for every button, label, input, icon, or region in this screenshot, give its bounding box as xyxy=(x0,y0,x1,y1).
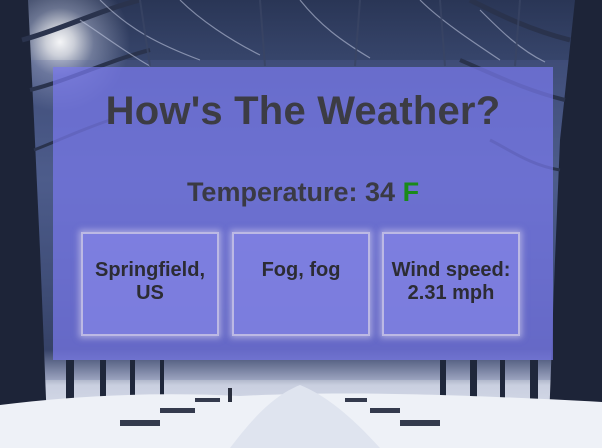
temperature-unit: F xyxy=(402,177,420,207)
conditions-tile: Fog, fog xyxy=(232,232,370,336)
weather-card: How's The Weather? Temperature: 34 F Spr… xyxy=(53,67,553,360)
temperature-display: Temperature: 34 F xyxy=(53,177,553,208)
wind-speed-tile: Wind speed: 2.31 mph xyxy=(382,232,520,336)
conditions-text: Fog, fog xyxy=(261,259,341,281)
temperature-value: 34 xyxy=(365,177,396,207)
page-title: How's The Weather? xyxy=(105,89,501,133)
temperature-label: Temperature: xyxy=(186,177,358,207)
location-text: Springfield, US xyxy=(95,259,205,304)
location-tile: Springfield, US xyxy=(81,232,219,336)
wind-speed-text: Wind speed: 2.31 mph xyxy=(391,259,511,304)
